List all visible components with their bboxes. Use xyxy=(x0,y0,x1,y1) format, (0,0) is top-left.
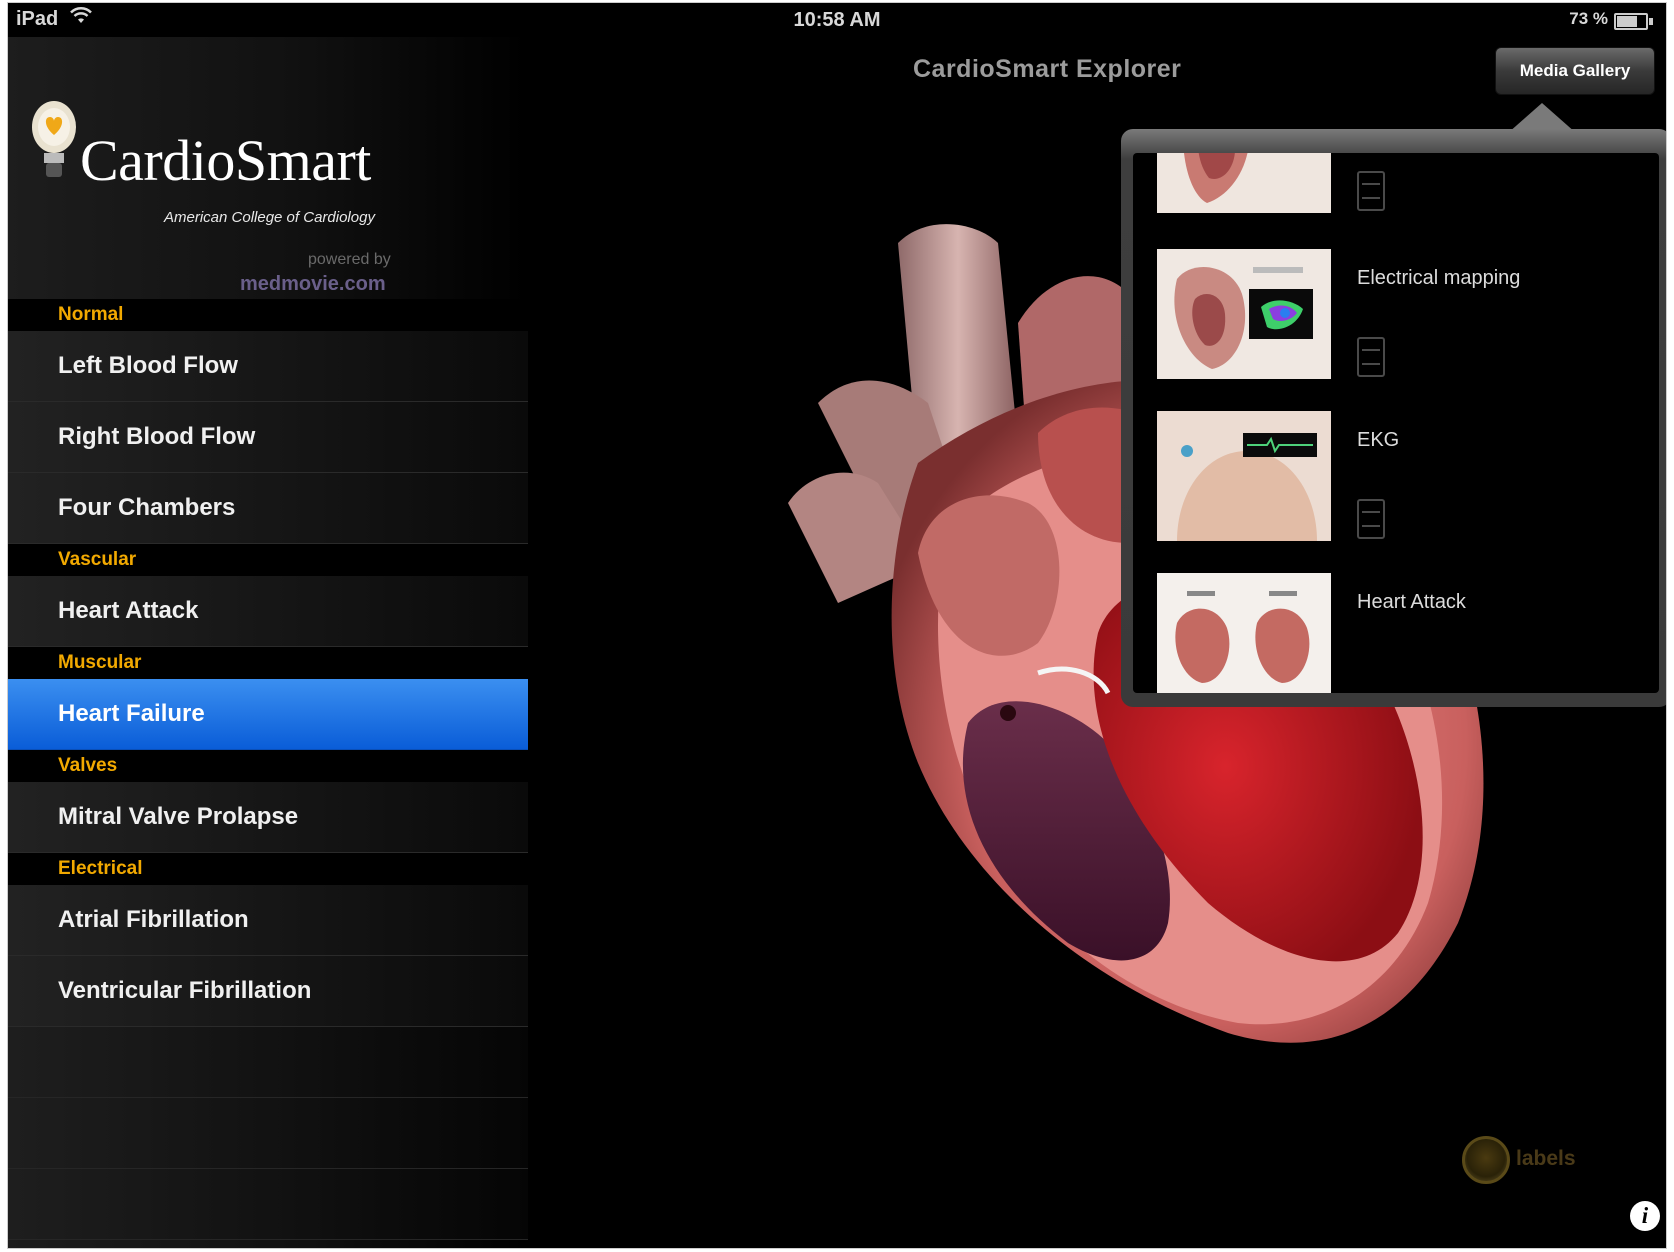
battery-tip-icon xyxy=(1649,18,1653,25)
sidebar: CardioSmart American College of Cardiolo… xyxy=(8,37,528,1248)
gallery-item[interactable]: Electrical mapping xyxy=(1157,249,1637,379)
section-header-valves: Valves xyxy=(8,750,528,782)
gallery-item-label: Electrical mapping xyxy=(1357,267,1521,289)
menu-item-heart-failure[interactable]: Heart Failure xyxy=(8,679,528,750)
media-gallery-popover: Electrical mapping EKG Heart Attack xyxy=(1121,129,1666,707)
cardiosmart-logo: CardioSmart American College of Cardiolo… xyxy=(24,95,424,295)
gallery-thumbnail xyxy=(1157,153,1331,213)
gallery-list: Electrical mapping EKG Heart Attack xyxy=(1133,153,1659,693)
gallery-thumbnail xyxy=(1157,249,1331,379)
clock: 10:58 AM xyxy=(793,9,881,31)
powered-by-label: powered by xyxy=(308,251,391,268)
media-gallery-button[interactable]: Media Gallery xyxy=(1495,47,1655,95)
menu-item-four-chambers[interactable]: Four Chambers xyxy=(8,473,528,544)
video-icon xyxy=(1357,171,1385,211)
lightbulb-heart-icon xyxy=(32,101,76,177)
gallery-thumbnail xyxy=(1157,411,1331,541)
brand-subtitle: American College of Cardiology xyxy=(164,209,375,226)
empty-row xyxy=(8,1098,528,1169)
medmovie-link[interactable]: medmovie.com xyxy=(240,273,386,296)
menu-item-right-blood-flow[interactable]: Right Blood Flow xyxy=(8,402,528,473)
section-header-muscular: Muscular xyxy=(8,647,528,679)
video-icon xyxy=(1357,337,1385,377)
ipad-screen: iPad 10:58 AM 73 % CardioSmart Explorer … xyxy=(8,3,1666,1248)
app-title: CardioSmart Explorer xyxy=(913,55,1182,83)
menu-item-ventricular-fibrillation[interactable]: Ventricular Fibrillation xyxy=(8,956,528,1027)
info-icon[interactable]: i xyxy=(1630,1201,1660,1231)
gallery-item[interactable]: Heart Attack xyxy=(1157,573,1637,693)
video-icon xyxy=(1357,499,1385,539)
gallery-item[interactable] xyxy=(1157,153,1637,213)
menu-item-left-blood-flow[interactable]: Left Blood Flow xyxy=(8,331,528,402)
menu-item-heart-attack[interactable]: Heart Attack xyxy=(8,576,528,647)
battery-percent: 73 % xyxy=(1569,9,1608,28)
gallery-thumbnail xyxy=(1157,573,1331,693)
labels-toggle-button[interactable] xyxy=(1462,1136,1510,1184)
brand-name: CardioSmart xyxy=(80,128,371,193)
menu-item-mitral-valve-prolapse[interactable]: Mitral Valve Prolapse xyxy=(8,782,528,853)
empty-row xyxy=(8,1169,528,1240)
status-bar: iPad 10:58 AM 73 % xyxy=(8,3,1666,37)
section-header-normal: Normal xyxy=(8,299,528,331)
section-header-electrical: Electrical xyxy=(8,853,528,885)
menu-item-atrial-fibrillation[interactable]: Atrial Fibrillation xyxy=(8,885,528,956)
empty-row xyxy=(8,1027,528,1098)
gallery-item-label: EKG xyxy=(1357,429,1400,451)
gallery-item[interactable]: EKG xyxy=(1157,411,1637,541)
gallery-item-label: Heart Attack xyxy=(1357,591,1466,613)
topic-menu: Normal Left Blood Flow Right Blood Flow … xyxy=(8,299,528,1240)
battery-icon xyxy=(1614,13,1648,30)
section-header-vascular: Vascular xyxy=(8,544,528,576)
labels-toggle-label: labels xyxy=(1516,1147,1576,1170)
